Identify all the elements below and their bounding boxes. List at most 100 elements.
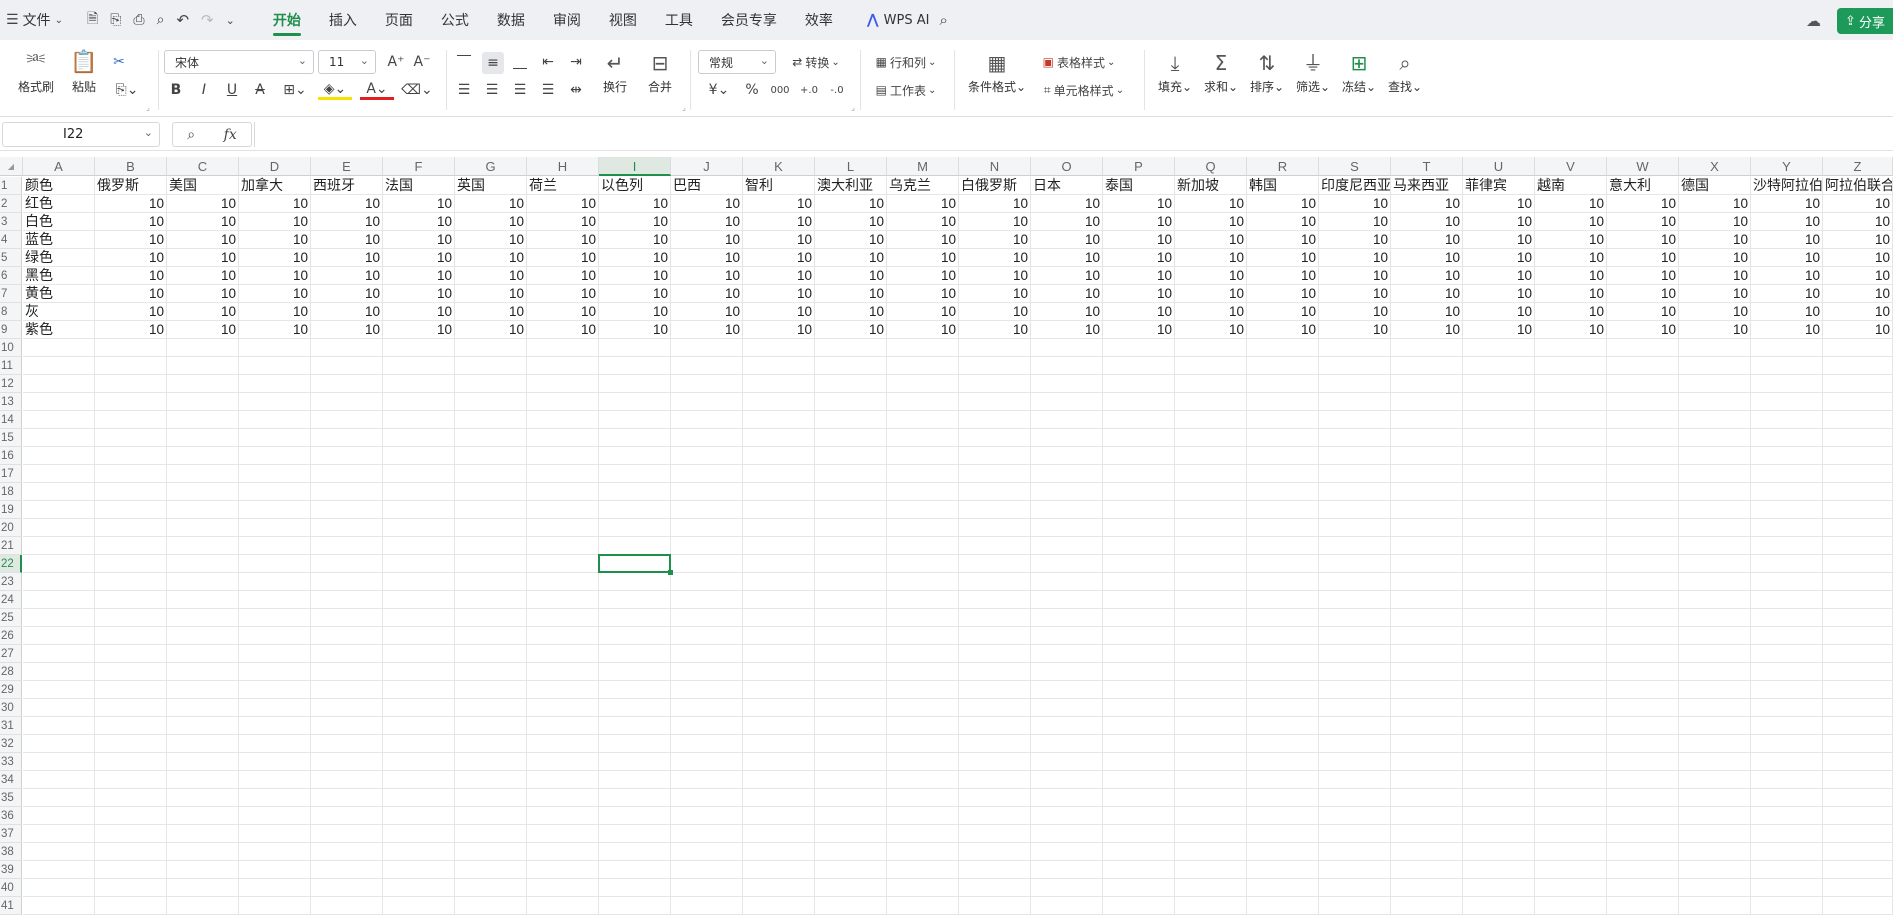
cell-q36[interactable] bbox=[1175, 807, 1247, 825]
cell-v20[interactable] bbox=[1535, 519, 1607, 537]
cell-h26[interactable] bbox=[527, 627, 599, 645]
cell-q7[interactable]: 10 bbox=[1175, 285, 1247, 303]
cell-j13[interactable] bbox=[671, 393, 743, 411]
cell-y32[interactable] bbox=[1751, 735, 1823, 753]
cell-h14[interactable] bbox=[527, 411, 599, 429]
cell-g8[interactable]: 10 bbox=[455, 303, 527, 321]
cell-u40[interactable] bbox=[1463, 879, 1535, 897]
cell-y39[interactable] bbox=[1751, 861, 1823, 879]
cell-e7[interactable]: 10 bbox=[311, 285, 383, 303]
cell-p32[interactable] bbox=[1103, 735, 1175, 753]
cell-b35[interactable] bbox=[95, 789, 167, 807]
freeze-button[interactable]: ⊞ 冻结⌄ bbox=[1338, 48, 1380, 95]
cell-r34[interactable] bbox=[1247, 771, 1319, 789]
cell-y10[interactable] bbox=[1751, 339, 1823, 357]
cell-x30[interactable] bbox=[1679, 699, 1751, 717]
cell-w36[interactable] bbox=[1607, 807, 1679, 825]
cell-r5[interactable]: 10 bbox=[1247, 249, 1319, 267]
cell-w15[interactable] bbox=[1607, 429, 1679, 447]
print-preview-icon[interactable]: ⌕ bbox=[157, 12, 165, 28]
cell-t14[interactable] bbox=[1391, 411, 1463, 429]
cell-d11[interactable] bbox=[239, 357, 311, 375]
cell-z24[interactable] bbox=[1823, 591, 1893, 609]
cell-v28[interactable] bbox=[1535, 663, 1607, 681]
cell-u18[interactable] bbox=[1463, 483, 1535, 501]
cell-i10[interactable] bbox=[599, 339, 671, 357]
cell-u24[interactable] bbox=[1463, 591, 1535, 609]
cell-v23[interactable] bbox=[1535, 573, 1607, 591]
cell-j4[interactable]: 10 bbox=[671, 231, 743, 249]
cell-m36[interactable] bbox=[887, 807, 959, 825]
cell-p20[interactable] bbox=[1103, 519, 1175, 537]
tab-tools[interactable]: 工具 bbox=[651, 0, 707, 40]
cell-y2[interactable]: 10 bbox=[1751, 195, 1823, 213]
cell-h20[interactable] bbox=[527, 519, 599, 537]
cell-m38[interactable] bbox=[887, 843, 959, 861]
cell-k9[interactable]: 10 bbox=[743, 321, 815, 339]
cell-i23[interactable] bbox=[599, 573, 671, 591]
cell-n24[interactable] bbox=[959, 591, 1031, 609]
cell-t5[interactable]: 10 bbox=[1391, 249, 1463, 267]
cell-g36[interactable] bbox=[455, 807, 527, 825]
cell-q3[interactable]: 10 bbox=[1175, 213, 1247, 231]
cell-l26[interactable] bbox=[815, 627, 887, 645]
cell-z6[interactable]: 10 bbox=[1823, 267, 1893, 285]
cell-m9[interactable]: 10 bbox=[887, 321, 959, 339]
cell-a29[interactable] bbox=[23, 681, 95, 699]
cell-t16[interactable] bbox=[1391, 447, 1463, 465]
cell-f41[interactable] bbox=[383, 897, 455, 915]
cell-f16[interactable] bbox=[383, 447, 455, 465]
cell-j8[interactable]: 10 bbox=[671, 303, 743, 321]
cell-a31[interactable] bbox=[23, 717, 95, 735]
cell-style-button[interactable]: ⌗ 单元格样式 ⌄ bbox=[1036, 80, 1132, 100]
cell-u27[interactable] bbox=[1463, 645, 1535, 663]
cell-x15[interactable] bbox=[1679, 429, 1751, 447]
cell-b40[interactable] bbox=[95, 879, 167, 897]
cell-a1[interactable]: 颜色 bbox=[23, 177, 95, 195]
cell-y17[interactable] bbox=[1751, 465, 1823, 483]
border-icon[interactable]: ⊞⌄ bbox=[278, 80, 312, 100]
cell-o1[interactable]: 日本 bbox=[1031, 177, 1103, 195]
cell-p14[interactable] bbox=[1103, 411, 1175, 429]
cell-n11[interactable] bbox=[959, 357, 1031, 375]
cell-o22[interactable] bbox=[1031, 555, 1103, 573]
cell-n7[interactable]: 10 bbox=[959, 285, 1031, 303]
cell-b26[interactable] bbox=[95, 627, 167, 645]
find-button[interactable]: ⌕ 查找⌄ bbox=[1384, 48, 1426, 95]
cell-w17[interactable] bbox=[1607, 465, 1679, 483]
cell-o18[interactable] bbox=[1031, 483, 1103, 501]
cell-c34[interactable] bbox=[167, 771, 239, 789]
cell-f36[interactable] bbox=[383, 807, 455, 825]
cell-w6[interactable]: 10 bbox=[1607, 267, 1679, 285]
cell-t2[interactable]: 10 bbox=[1391, 195, 1463, 213]
cell-v18[interactable] bbox=[1535, 483, 1607, 501]
filter-button[interactable]: ⏚ 筛选⌄ bbox=[1292, 48, 1334, 95]
cell-c6[interactable]: 10 bbox=[167, 267, 239, 285]
row-header[interactable]: 24 bbox=[0, 591, 22, 609]
cell-h36[interactable] bbox=[527, 807, 599, 825]
cell-s30[interactable] bbox=[1319, 699, 1391, 717]
cell-r8[interactable]: 10 bbox=[1247, 303, 1319, 321]
cell-u39[interactable] bbox=[1463, 861, 1535, 879]
cell-c35[interactable] bbox=[167, 789, 239, 807]
cell-d33[interactable] bbox=[239, 753, 311, 771]
cell-b10[interactable] bbox=[95, 339, 167, 357]
cell-l5[interactable]: 10 bbox=[815, 249, 887, 267]
cell-o9[interactable]: 10 bbox=[1031, 321, 1103, 339]
cell-c19[interactable] bbox=[167, 501, 239, 519]
cell-c1[interactable]: 美国 bbox=[167, 177, 239, 195]
cell-f10[interactable] bbox=[383, 339, 455, 357]
cell-q6[interactable]: 10 bbox=[1175, 267, 1247, 285]
cell-i31[interactable] bbox=[599, 717, 671, 735]
cell-v14[interactable] bbox=[1535, 411, 1607, 429]
cell-n5[interactable]: 10 bbox=[959, 249, 1031, 267]
cell-p19[interactable] bbox=[1103, 501, 1175, 519]
row-header[interactable]: 29 bbox=[0, 681, 22, 699]
cell-l16[interactable] bbox=[815, 447, 887, 465]
cell-i30[interactable] bbox=[599, 699, 671, 717]
cell-y36[interactable] bbox=[1751, 807, 1823, 825]
cell-p29[interactable] bbox=[1103, 681, 1175, 699]
cell-e17[interactable] bbox=[311, 465, 383, 483]
cell-k33[interactable] bbox=[743, 753, 815, 771]
cell-v10[interactable] bbox=[1535, 339, 1607, 357]
